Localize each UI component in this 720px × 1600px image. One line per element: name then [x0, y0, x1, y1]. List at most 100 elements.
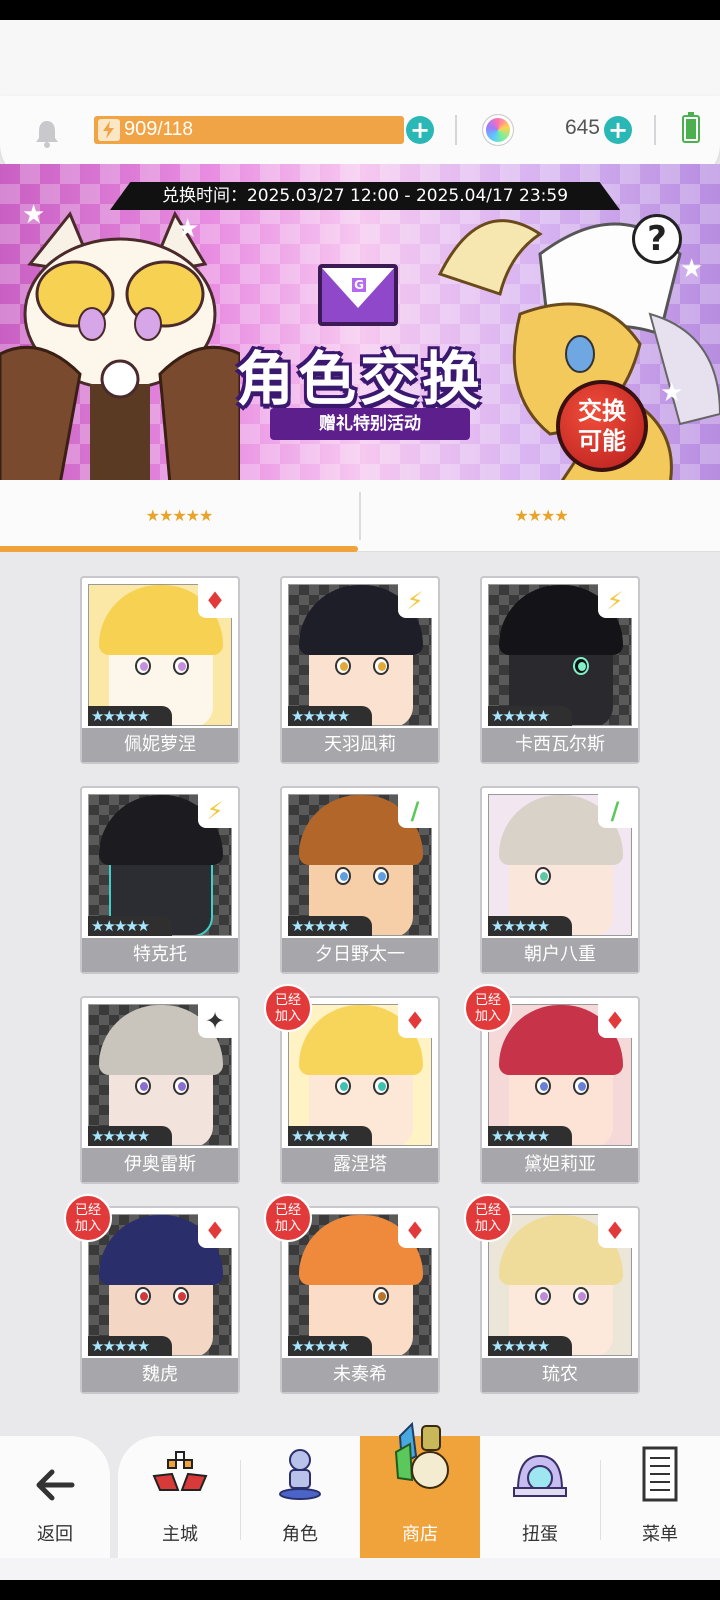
character-card[interactable]: 已经 加入 ♦ ★★★★★ 黛妲莉亚 — [464, 984, 640, 1184]
rarity-stars: ★★★★★ — [88, 706, 172, 726]
portrait-eye — [335, 657, 351, 675]
character-card[interactable]: ⚡ ★★★★★ 特克托 — [80, 786, 240, 974]
character-name: 未奏希 — [282, 1358, 438, 1392]
character-name: 佩妮萝涅 — [82, 728, 238, 762]
portrait-eye — [335, 867, 351, 885]
rainbow-gem-icon — [482, 114, 514, 146]
energy-current: 909 — [124, 118, 158, 140]
tab-five-star[interactable]: ★★★★★ — [0, 480, 358, 552]
star-decoration: ★ — [660, 378, 684, 408]
character-card[interactable]: / ★★★★★ 朝户八重 — [480, 786, 640, 974]
tab-selected-indicator — [0, 546, 358, 552]
star-decoration: ★ — [22, 200, 46, 230]
leaf-icon: / — [398, 794, 432, 828]
character-card[interactable]: ⚡ ★★★★★ 卡西瓦尔斯 — [480, 576, 640, 764]
character-name: 黛妲莉亚 — [482, 1148, 638, 1182]
rarity-stars: ★★★★★ — [488, 916, 572, 936]
nav-item-characters[interactable]: 角色 — [240, 1436, 360, 1558]
rarity-stars: ★★★★★ — [488, 1126, 572, 1146]
portrait-eye — [135, 657, 151, 675]
event-banner: 兑换时间：2025.03/27 12:00 - 2025.04/17 23:59… — [0, 164, 720, 480]
back-arrow-icon — [36, 1469, 75, 1501]
character-card[interactable]: ⚡ ★★★★★ 天羽凪莉 — [280, 576, 440, 764]
character-card[interactable]: ✦ ★★★★★ 伊奥雷斯 — [80, 996, 240, 1184]
battery-icon — [682, 112, 700, 143]
portrait-eye — [573, 1077, 589, 1095]
portrait-eye — [573, 1287, 589, 1305]
nav-item-menu[interactable]: 菜单 — [600, 1436, 720, 1558]
tab-four-star[interactable]: ★★★★ — [362, 480, 720, 552]
portrait-eye — [373, 1287, 389, 1305]
add-energy-button[interactable]: + — [406, 116, 434, 144]
joined-badge: 已经 加入 — [264, 1194, 312, 1242]
rarity-stars: ★★★★★ — [288, 1126, 372, 1146]
energy-max: /118 — [157, 119, 193, 140]
nav-item-shop[interactable]: 商店 — [360, 1421, 480, 1558]
envelope-emblem: G — [350, 276, 368, 294]
joined-badge: 已经 加入 — [264, 984, 312, 1032]
envelope-icon: G — [318, 264, 398, 326]
badge-line-2: 可能 — [578, 427, 626, 455]
rarity-stars: ★★★★★ — [488, 706, 572, 726]
character-card[interactable]: 已经 加入 ♦ ★★★★★ 露涅塔 — [264, 984, 440, 1184]
dark-star-icon: ✦ — [198, 1004, 232, 1038]
menu-icon — [642, 1446, 678, 1502]
lightning-icon: ⚡ — [198, 794, 232, 828]
rarity-stars: ★★★★★ — [288, 1336, 372, 1356]
diamond-icon: ♦ — [598, 1214, 632, 1248]
nav-label: 扭蛋 — [522, 1524, 558, 1545]
exchange-available-badge: 交换 可能 — [556, 380, 648, 472]
bell-icon[interactable] — [32, 118, 62, 150]
portrait-eye — [135, 1077, 151, 1095]
divider — [455, 115, 457, 145]
exchange-period: 兑换时间：2025.03/27 12:00 - 2025.04/17 23:59 — [110, 182, 620, 210]
back-label: 返回 — [37, 1524, 73, 1545]
character-card[interactable]: / ★★★★★ 夕日野太一 — [280, 786, 440, 974]
add-gems-button[interactable]: + — [604, 116, 632, 144]
character-name: 伊奥雷斯 — [82, 1148, 238, 1182]
leaf-icon: / — [598, 794, 632, 828]
divider — [654, 115, 656, 145]
header-spacer — [0, 20, 720, 100]
back-button[interactable]: 返回 — [0, 1436, 110, 1558]
character-name: 特克托 — [82, 938, 238, 972]
portrait-eye — [535, 1077, 551, 1095]
star-decoration: ★ — [680, 254, 704, 284]
energy-icon — [98, 119, 120, 141]
badge-line-1: 交换 — [578, 397, 626, 425]
portrait-eye — [373, 1077, 389, 1095]
system-top-bar — [0, 0, 720, 20]
diamond-icon: ♦ — [198, 1214, 232, 1248]
character-name: 露涅塔 — [282, 1148, 438, 1182]
diamond-icon: ♦ — [398, 1004, 432, 1038]
shop-icon — [394, 1421, 449, 1489]
nav-label: 角色 — [282, 1524, 318, 1545]
character-card[interactable]: 已经 加入 ♦ ★★★★★ 魏虎 — [64, 1194, 240, 1394]
portrait-eye — [373, 867, 389, 885]
rarity-stars: ★★★★★ — [88, 1126, 172, 1146]
portrait-eye — [173, 657, 189, 675]
help-icon[interactable]: ? — [632, 214, 682, 264]
nav-label: 菜单 — [642, 1524, 678, 1545]
nav-item-main-city[interactable]: 主城 — [120, 1436, 240, 1558]
nav-label: 主城 — [162, 1524, 198, 1545]
character-card[interactable]: 已经 加入 ♦ ★★★★★ 未奏希 — [264, 1194, 440, 1394]
character-name: 魏虎 — [82, 1358, 238, 1392]
portrait-eye — [335, 1077, 351, 1095]
gem-count: 645 — [564, 116, 600, 139]
character-card[interactable]: ♦ ★★★★★ 佩妮萝涅 — [80, 576, 240, 764]
rarity-stars: ★★★★★ — [88, 916, 172, 936]
character-card[interactable]: 已经 加入 ♦ ★★★★★ 琉农 — [464, 1194, 640, 1394]
tab-divider — [359, 492, 361, 540]
banner-subtitle: 赠礼特别活动 — [270, 408, 470, 440]
star-decoration: ★ — [176, 214, 200, 244]
system-bottom-bar — [0, 1580, 720, 1600]
lightning-icon: ⚡ — [398, 584, 432, 618]
bottom-strip — [0, 1558, 720, 1580]
character-name: 琉农 — [482, 1358, 638, 1392]
energy-bar: 909/118 — [94, 116, 404, 144]
nav-item-gacha[interactable]: 扭蛋 — [480, 1436, 600, 1558]
portrait-eye — [373, 657, 389, 675]
diamond-icon: ♦ — [398, 1214, 432, 1248]
nav-label: 商店 — [402, 1524, 438, 1545]
